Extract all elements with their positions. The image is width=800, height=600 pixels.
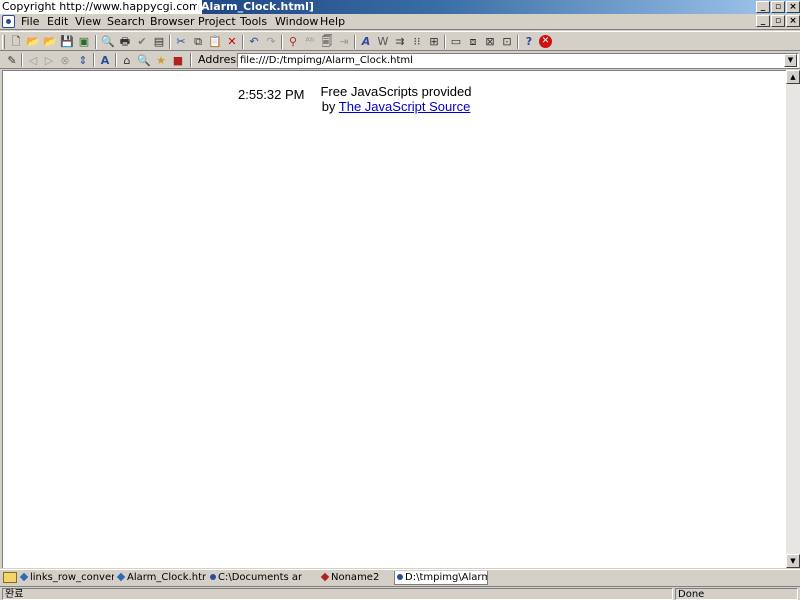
back-icon[interactable]: ◁ (25, 53, 41, 68)
new-file-icon (320, 572, 330, 582)
tab-documents[interactable]: C:\Documents an (208, 571, 302, 585)
font-icon[interactable]: A (358, 34, 374, 49)
save-all-icon[interactable]: ▣ (76, 34, 92, 49)
address-label: Address (198, 53, 242, 66)
clock-time: 2:55:32 PM (238, 87, 305, 102)
credit-by: by (321, 99, 339, 114)
home-icon[interactable]: ⌂ (119, 53, 135, 68)
window-title: [Alarm_Clock.html] (196, 0, 314, 13)
spellcheck-icon[interactable]: ✔ (134, 34, 150, 49)
tab-links-row-convert[interactable]: links_row_convert.i (19, 571, 114, 585)
save-icon[interactable]: 💾 (59, 34, 75, 49)
scroll-down-icon[interactable]: ▼ (786, 554, 800, 568)
doc-close-button[interactable]: × (786, 15, 800, 27)
toolbar-grip[interactable] (2, 35, 5, 49)
history-icon[interactable]: ■ (170, 53, 186, 68)
properties-icon[interactable]: ▤ (151, 34, 167, 49)
document-tabs: links_row_convert.i Alarm_Clock.html C:\… (0, 569, 800, 585)
tag-icon[interactable]: ⊞ (426, 34, 442, 49)
goto-line-icon[interactable]: ⇥ (336, 34, 352, 49)
search-web-icon[interactable]: 🔍 (136, 53, 152, 68)
replace-icon[interactable]: ᴬᵇ (302, 34, 318, 49)
tab-label: links_row_convert.i (30, 572, 114, 583)
word-wrap-icon[interactable]: W (375, 34, 391, 49)
menu-file[interactable]: File (21, 15, 39, 29)
app-system-icon[interactable] (2, 15, 15, 28)
html-file-icon (116, 572, 126, 582)
tab-label: C:\Documents an (218, 572, 302, 583)
close-window-button[interactable]: × (786, 1, 800, 13)
menu-tools[interactable]: Tools (240, 15, 267, 29)
indent-icon[interactable]: ⇉ (392, 34, 408, 49)
address-value: file:///D:/tmpimg/Alarm_Clock.html (240, 55, 413, 66)
status-right: Done (675, 588, 798, 600)
credit-line-2: by The JavaScript Source (303, 99, 489, 114)
address-dropdown-icon[interactable]: ▼ (784, 54, 797, 67)
menu-bar: File Edit View Search Browser Project To… (0, 14, 800, 30)
status-left: 완료 (2, 588, 673, 600)
html-file-icon (19, 572, 29, 582)
new-file-icon[interactable]: 🗋 (8, 34, 24, 49)
menu-help[interactable]: Help (320, 15, 345, 29)
stop-icon[interactable]: ✕ (539, 35, 552, 48)
print-preview-icon[interactable]: 🔍 (100, 34, 116, 49)
menu-search[interactable]: Search (107, 15, 145, 29)
tab-label: D:\tmpimg\Alarm (405, 572, 488, 583)
restore-button[interactable]: ▫ (771, 1, 785, 13)
favorites-icon[interactable]: ★ (153, 53, 169, 68)
find-icon[interactable]: ⚲ (285, 34, 301, 49)
editor-window: Copyright http://www.happycgi.com [Alarm… (0, 0, 800, 600)
browser-content: 2:55:32 PM Free JavaScripts provided by … (2, 70, 786, 568)
menu-browser[interactable]: Browser (150, 15, 195, 29)
copy-icon[interactable]: ⧉ (190, 34, 206, 49)
paste-icon[interactable]: 📋 (207, 34, 223, 49)
tab-label: Noname2 (331, 572, 380, 583)
browser-toolbar: ✎ ◁ ▷ ⊗ ⇕ A ⌂ 🔍 ★ ■ Address file:///D:/t… (0, 52, 800, 69)
credit-line-1: Free JavaScripts provided (320, 84, 472, 99)
doc-restore-button[interactable]: ▫ (771, 15, 785, 27)
scroll-up-icon[interactable]: ▲ (786, 70, 800, 84)
javascript-source-link[interactable]: The JavaScript Source (339, 99, 471, 114)
open-recent-icon[interactable]: 📂 (42, 34, 58, 49)
help-icon[interactable]: ? (521, 34, 537, 49)
find-in-files-icon[interactable]: 🗐 (319, 34, 335, 49)
browser-file-icon (210, 574, 216, 580)
menu-view[interactable]: View (75, 15, 101, 29)
tab-tmpimg-alarm[interactable]: D:\tmpimg\Alarm (394, 571, 488, 585)
refresh-icon[interactable]: ⇕ (75, 53, 91, 68)
menu-edit[interactable]: Edit (47, 15, 68, 29)
undo-icon[interactable]: ↶ (246, 34, 262, 49)
browser-file-icon (397, 574, 403, 580)
pencil-icon[interactable]: ✎ (4, 53, 20, 68)
window-close-icon[interactable]: ⊠ (482, 34, 498, 49)
menu-project[interactable]: Project (198, 15, 236, 29)
doc-minimize-button[interactable]: _ (756, 15, 770, 27)
folder-icon[interactable] (3, 572, 17, 583)
tab-label: Alarm_Clock.html (127, 572, 206, 583)
window-tile-icon[interactable]: ▭ (448, 34, 464, 49)
forward-icon[interactable]: ▷ (41, 53, 57, 68)
stop-loading-icon[interactable]: ⊗ (57, 53, 73, 68)
minimize-button[interactable]: _ (756, 1, 770, 13)
window-arrange-icon[interactable]: ⊡ (499, 34, 515, 49)
vertical-scrollbar[interactable]: ▲ ▼ (786, 70, 800, 568)
status-bar: 완료 Done (0, 586, 800, 600)
copyright-text: Copyright http://www.happycgi.com (0, 0, 202, 14)
delete-icon[interactable]: ✕ (224, 34, 240, 49)
tab-alarm-clock[interactable]: Alarm_Clock.html (116, 571, 206, 585)
cut-icon[interactable]: ✂ (173, 34, 189, 49)
menu-window[interactable]: Window (275, 15, 318, 29)
window-cascade-icon[interactable]: ⧈ (465, 34, 481, 49)
column-icon[interactable]: ⁝⁝ (409, 34, 425, 49)
redo-icon[interactable]: ↷ (263, 34, 279, 49)
main-toolbar: 🗋 📂 📂 💾 ▣ 🔍 🖶 ✔ ▤ ✂ ⧉ 📋 ✕ ↶ ↷ ⚲ ᴬᵇ 🗐 ⇥ A… (0, 31, 800, 51)
open-folder-icon[interactable]: 📂 (25, 34, 41, 49)
text-size-icon[interactable]: A (97, 53, 113, 68)
credit-text: Free JavaScripts provided by The JavaScr… (303, 84, 489, 114)
print-icon[interactable]: 🖶 (117, 34, 133, 49)
address-input[interactable]: file:///D:/tmpimg/Alarm_Clock.html ▼ (237, 53, 799, 68)
title-bar: Copyright http://www.happycgi.com [Alarm… (0, 0, 800, 14)
tab-noname2[interactable]: Noname2 (320, 571, 392, 585)
